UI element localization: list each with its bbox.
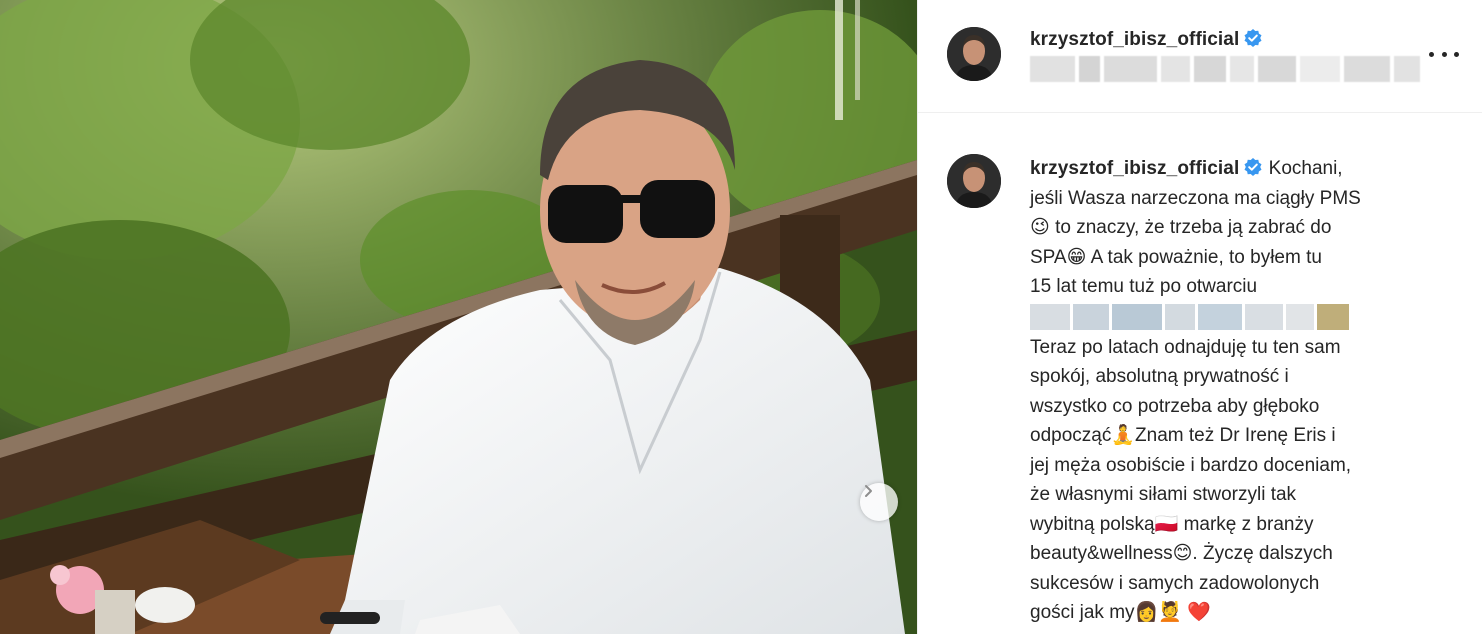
caption-line: SPA (1030, 246, 1067, 268)
caption-text: krzysztof_ibisz_official Kochani, jeśli … (1030, 154, 1440, 628)
caption-line: Kochani, (1268, 158, 1343, 179)
caption-line: markę z branży (1183, 513, 1314, 535)
caption-line: Znam też Dr Irenę Eris i (1135, 425, 1336, 446)
more-options-button[interactable] (1429, 44, 1459, 64)
massage-emoji-icon: 💆 (1158, 601, 1182, 623)
caption-line: . Życzę dalszych (1192, 543, 1333, 564)
chevron-right-icon (865, 485, 872, 497)
photo-illustration (0, 0, 917, 634)
verified-badge-icon (1244, 29, 1262, 47)
post-photo[interactable] (0, 0, 917, 634)
more-options-icon (1429, 51, 1434, 57)
poland-flag-emoji-icon: 🇵🇱 (1154, 512, 1179, 535)
caption-line: beauty&wellness (1030, 543, 1173, 564)
caption-line: że własnymi siłami stworzyli tak (1030, 484, 1297, 505)
avatar[interactable] (947, 27, 1001, 81)
smile-emoji-icon: 😊 (1172, 542, 1193, 564)
caption-line: odpocząć (1030, 425, 1112, 446)
caption-line: to znaczy, że trzeba ją zabrać do (1055, 217, 1332, 238)
post-sidebar: krzysztof_ibisz_official krzysztof_ibisz… (917, 0, 1482, 634)
wink-emoji-icon: 😉 (1030, 216, 1050, 238)
grin-emoji-icon: 😁 (1066, 245, 1087, 268)
caption-line: sukcesów i samych zadowolonych (1030, 572, 1320, 594)
caption-line: spokój, absolutną prywatność i (1030, 366, 1289, 387)
post-header: krzysztof_ibisz_official (918, 0, 1482, 113)
caption-line: wszystko co potrzeba aby głęboko (1030, 395, 1320, 417)
verified-badge-icon (1244, 158, 1262, 176)
caption-line: wybitną polską (1030, 513, 1155, 535)
carousel-next-button[interactable] (860, 483, 898, 521)
username-text[interactable]: krzysztof_ibisz_official (1030, 29, 1239, 50)
caption-username[interactable]: krzysztof_ibisz_official (1030, 158, 1239, 179)
woman-emoji-icon: 👩 (1134, 601, 1159, 623)
caption-avatar[interactable] (947, 154, 1001, 208)
lotus-position-emoji-icon: 🧘 (1111, 424, 1136, 446)
heart-emoji-icon: ❤️ (1187, 601, 1211, 623)
header-username[interactable]: krzysztof_ibisz_official (1030, 28, 1263, 51)
caption-line: jeśli Wasza narzeczona ma ciągły PMS (1030, 187, 1361, 209)
caption-line: Teraz po latach odnajduję tu ten sam (1030, 336, 1341, 358)
location-redacted (1030, 56, 1420, 86)
caption-area: krzysztof_ibisz_official Kochani, jeśli … (918, 114, 1482, 634)
caption-line: gości jak my (1030, 602, 1135, 623)
caption-line: A tak poważnie, to byłem tu (1090, 246, 1322, 268)
caption-line: 15 lat temu tuż po otwarciu (1030, 276, 1258, 297)
caption-redacted (1030, 303, 1440, 330)
caption-line: jej męża osobiście i bardzo doceniam, (1030, 454, 1352, 476)
